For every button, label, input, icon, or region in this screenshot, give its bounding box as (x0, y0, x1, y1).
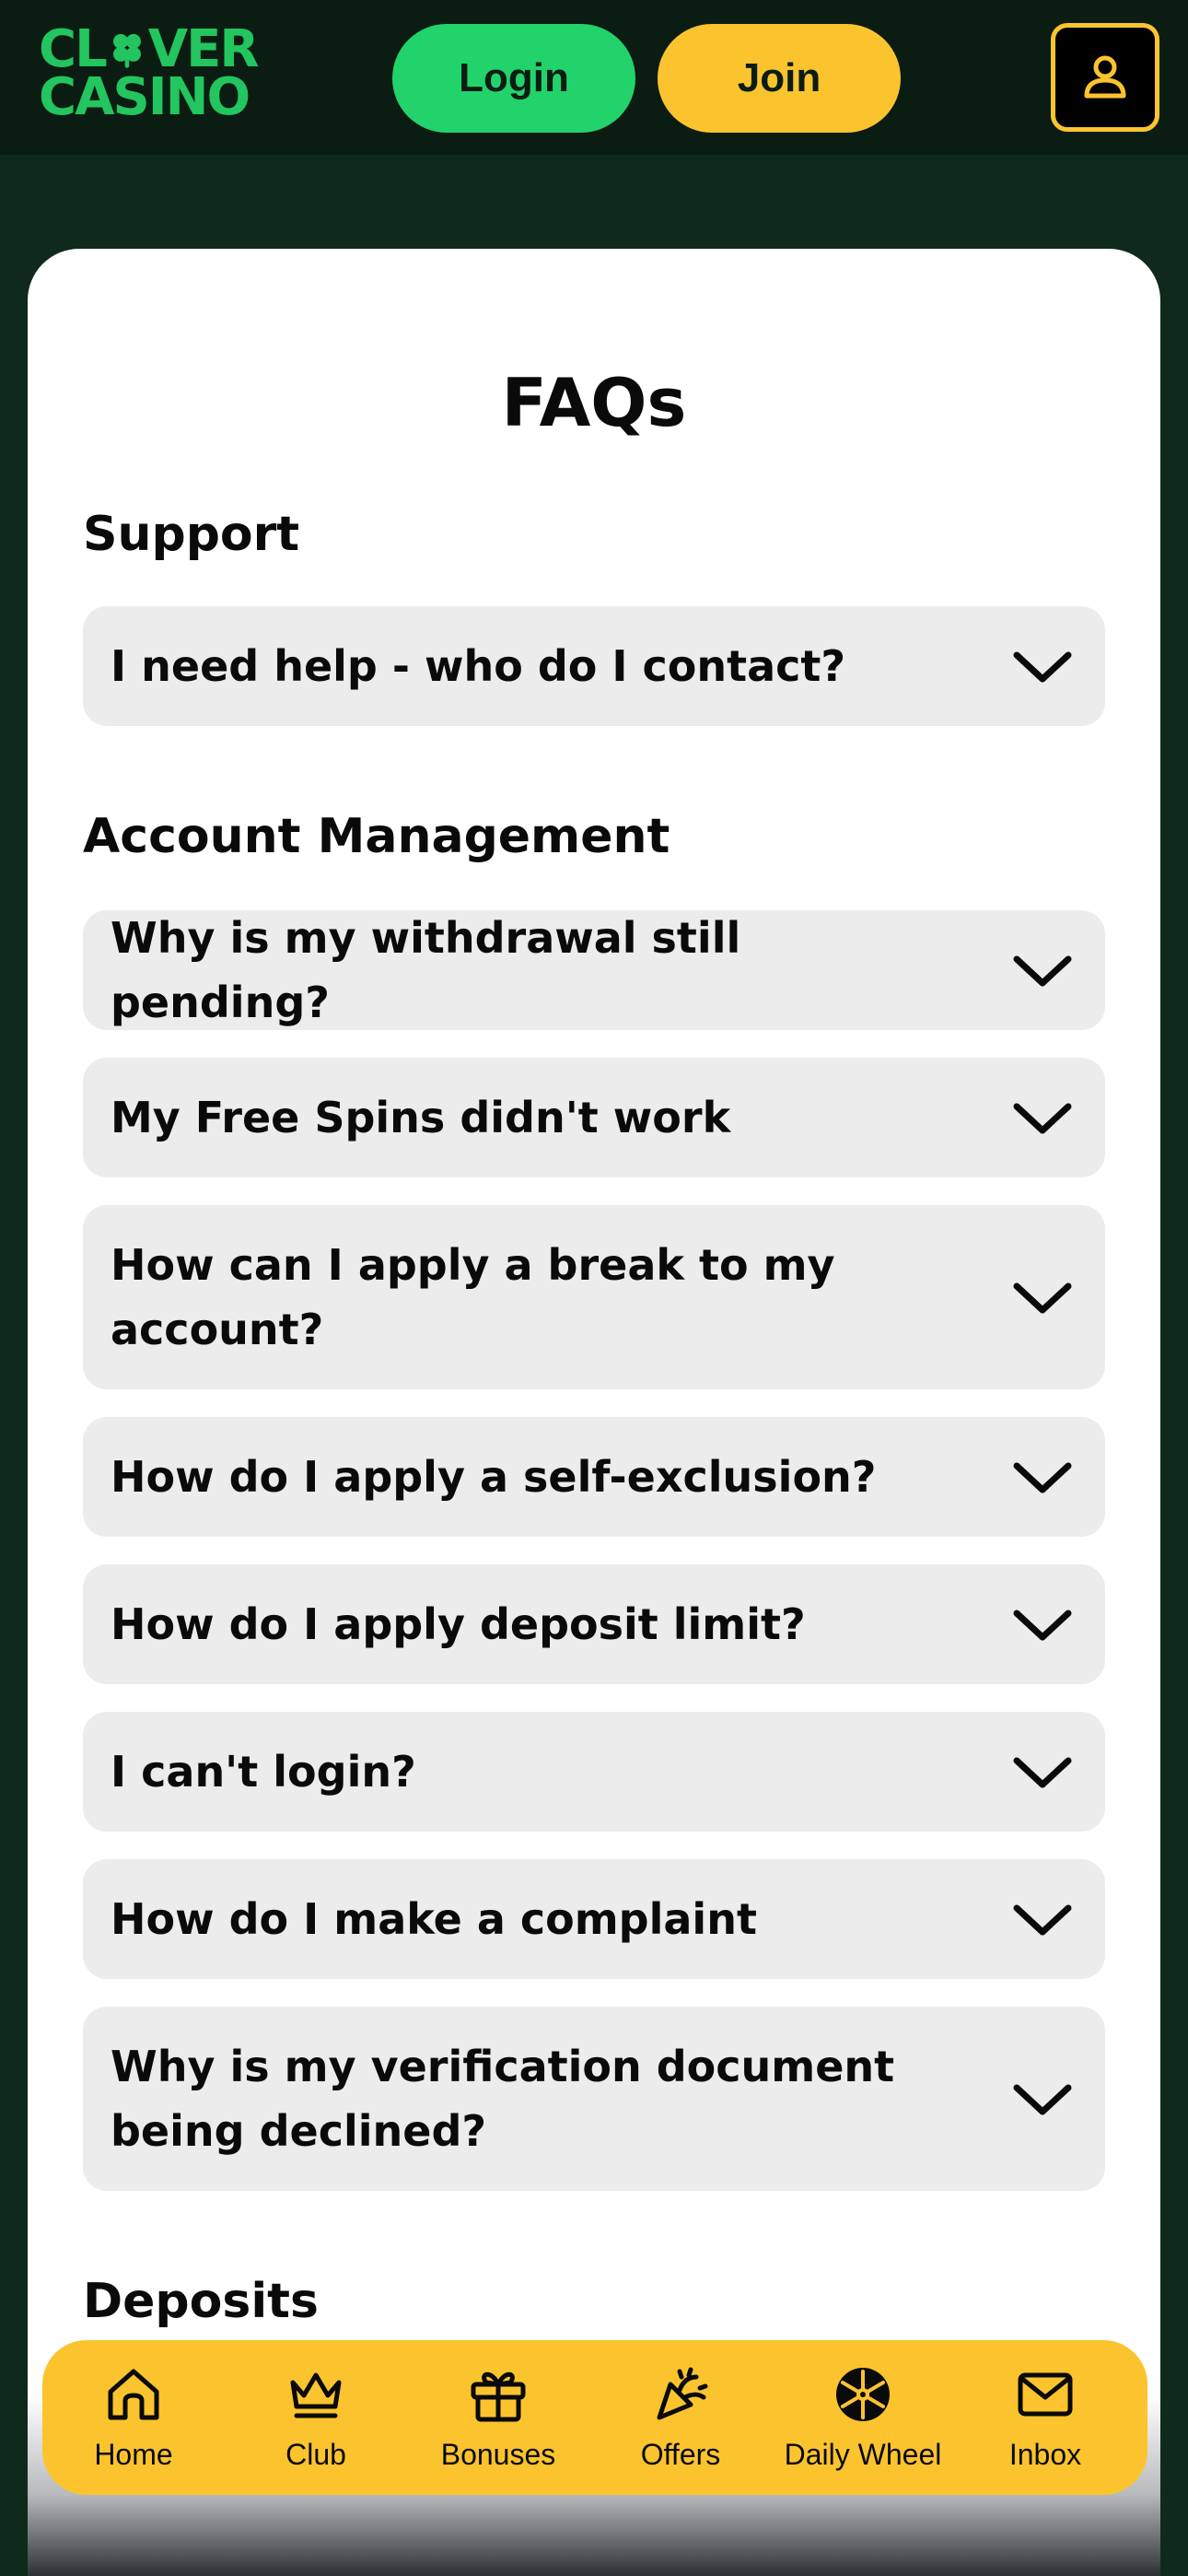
user-icon (1084, 55, 1126, 99)
faq-question: Why is my verification document being de… (111, 2042, 895, 2156)
home-icon (108, 2369, 159, 2420)
section-title-account-management: Account Management (83, 809, 670, 864)
clover-casino-logo[interactable]: CL VER CASINO (39, 24, 260, 127)
gift-icon (471, 2371, 526, 2422)
nav-item-inbox[interactable]: Inbox (954, 2340, 1136, 2495)
chevron-down-icon (1013, 1904, 1072, 1936)
join-button[interactable]: Join (658, 24, 901, 133)
nav-label: Offers (640, 2438, 721, 2471)
nav-item-bonuses[interactable]: Bonuses (407, 2340, 589, 2495)
top-header: CL VER CASINO Login Join (0, 0, 1188, 155)
section-title-support: Support (83, 507, 300, 562)
faq-question: How can I apply a break to my account? (111, 1240, 835, 1354)
faq-item[interactable]: I need help - who do I contact? (83, 606, 1105, 726)
faq-item[interactable]: How can I apply a break to my account? (83, 1205, 1105, 1389)
nav-label: Bonuses (440, 2438, 556, 2471)
wheel-icon (836, 2368, 890, 2421)
nav-item-home[interactable]: Home (42, 2340, 225, 2495)
chevron-down-icon (1013, 955, 1072, 987)
nav-item-offers[interactable]: Offers (589, 2340, 772, 2495)
nav-label: Inbox (1008, 2438, 1082, 2471)
nav-item-club[interactable]: Club (225, 2340, 407, 2495)
chevron-down-icon (1013, 1103, 1072, 1134)
nav-label: Home (94, 2438, 173, 2471)
page: CL VER CASINO Login Join FAQs Support I n… (0, 0, 1188, 2576)
faq-question: How do I make a complaint (111, 1894, 757, 1944)
faq-item[interactable]: I can't login? (83, 1712, 1105, 1832)
nav-label: Daily Wheel (784, 2438, 942, 2471)
chevron-down-icon (1013, 1282, 1072, 1314)
faq-item[interactable]: How do I apply deposit limit? (83, 1564, 1105, 1684)
nav-item-daily-wheel[interactable]: Daily Wheel (772, 2340, 954, 2495)
chevron-down-icon (1013, 2084, 1072, 2115)
faq-question: My Free Spins didn't work (111, 1093, 731, 1142)
chevron-down-icon (1013, 1462, 1072, 1493)
chevron-down-icon (1013, 1757, 1072, 1788)
chevron-down-icon (1013, 651, 1072, 683)
faq-item[interactable]: Why is my verification document being de… (83, 2007, 1105, 2191)
party-popper-icon (657, 2367, 708, 2420)
mail-icon (1018, 2372, 1073, 2417)
faq-question: I need help - who do I contact? (111, 641, 846, 691)
faq-question: How do I apply deposit limit? (111, 1599, 806, 1649)
faq-item[interactable]: My Free Spins didn't work (83, 1058, 1105, 1177)
bottom-nav: Home Club Bonuses Offers Daily Wheel Inb… (42, 2340, 1147, 2495)
faq-question: Why is my withdrawal still pending? (111, 913, 741, 1027)
faq-item[interactable]: Why is my withdrawal still pending? (83, 910, 1105, 1030)
section-title-deposits: Deposits (83, 2274, 319, 2329)
faq-question: I can't login? (111, 1747, 416, 1797)
page-title: FAQs (501, 364, 687, 441)
faq-question: How do I apply a self-exclusion? (111, 1452, 877, 1502)
clover-icon (112, 33, 141, 68)
account-button[interactable] (1051, 23, 1159, 132)
chevron-down-icon (1013, 1610, 1072, 1641)
faq-item[interactable]: How do I make a complaint (83, 1859, 1105, 1979)
faq-item[interactable]: How do I apply a self-exclusion? (83, 1417, 1105, 1537)
login-button[interactable]: Login (392, 24, 635, 133)
logo-line-2: CASINO (39, 67, 250, 127)
faq-card: FAQs Support I need help - who do I cont… (28, 249, 1160, 2576)
nav-label: Club (285, 2438, 346, 2471)
crown-icon (290, 2372, 342, 2418)
